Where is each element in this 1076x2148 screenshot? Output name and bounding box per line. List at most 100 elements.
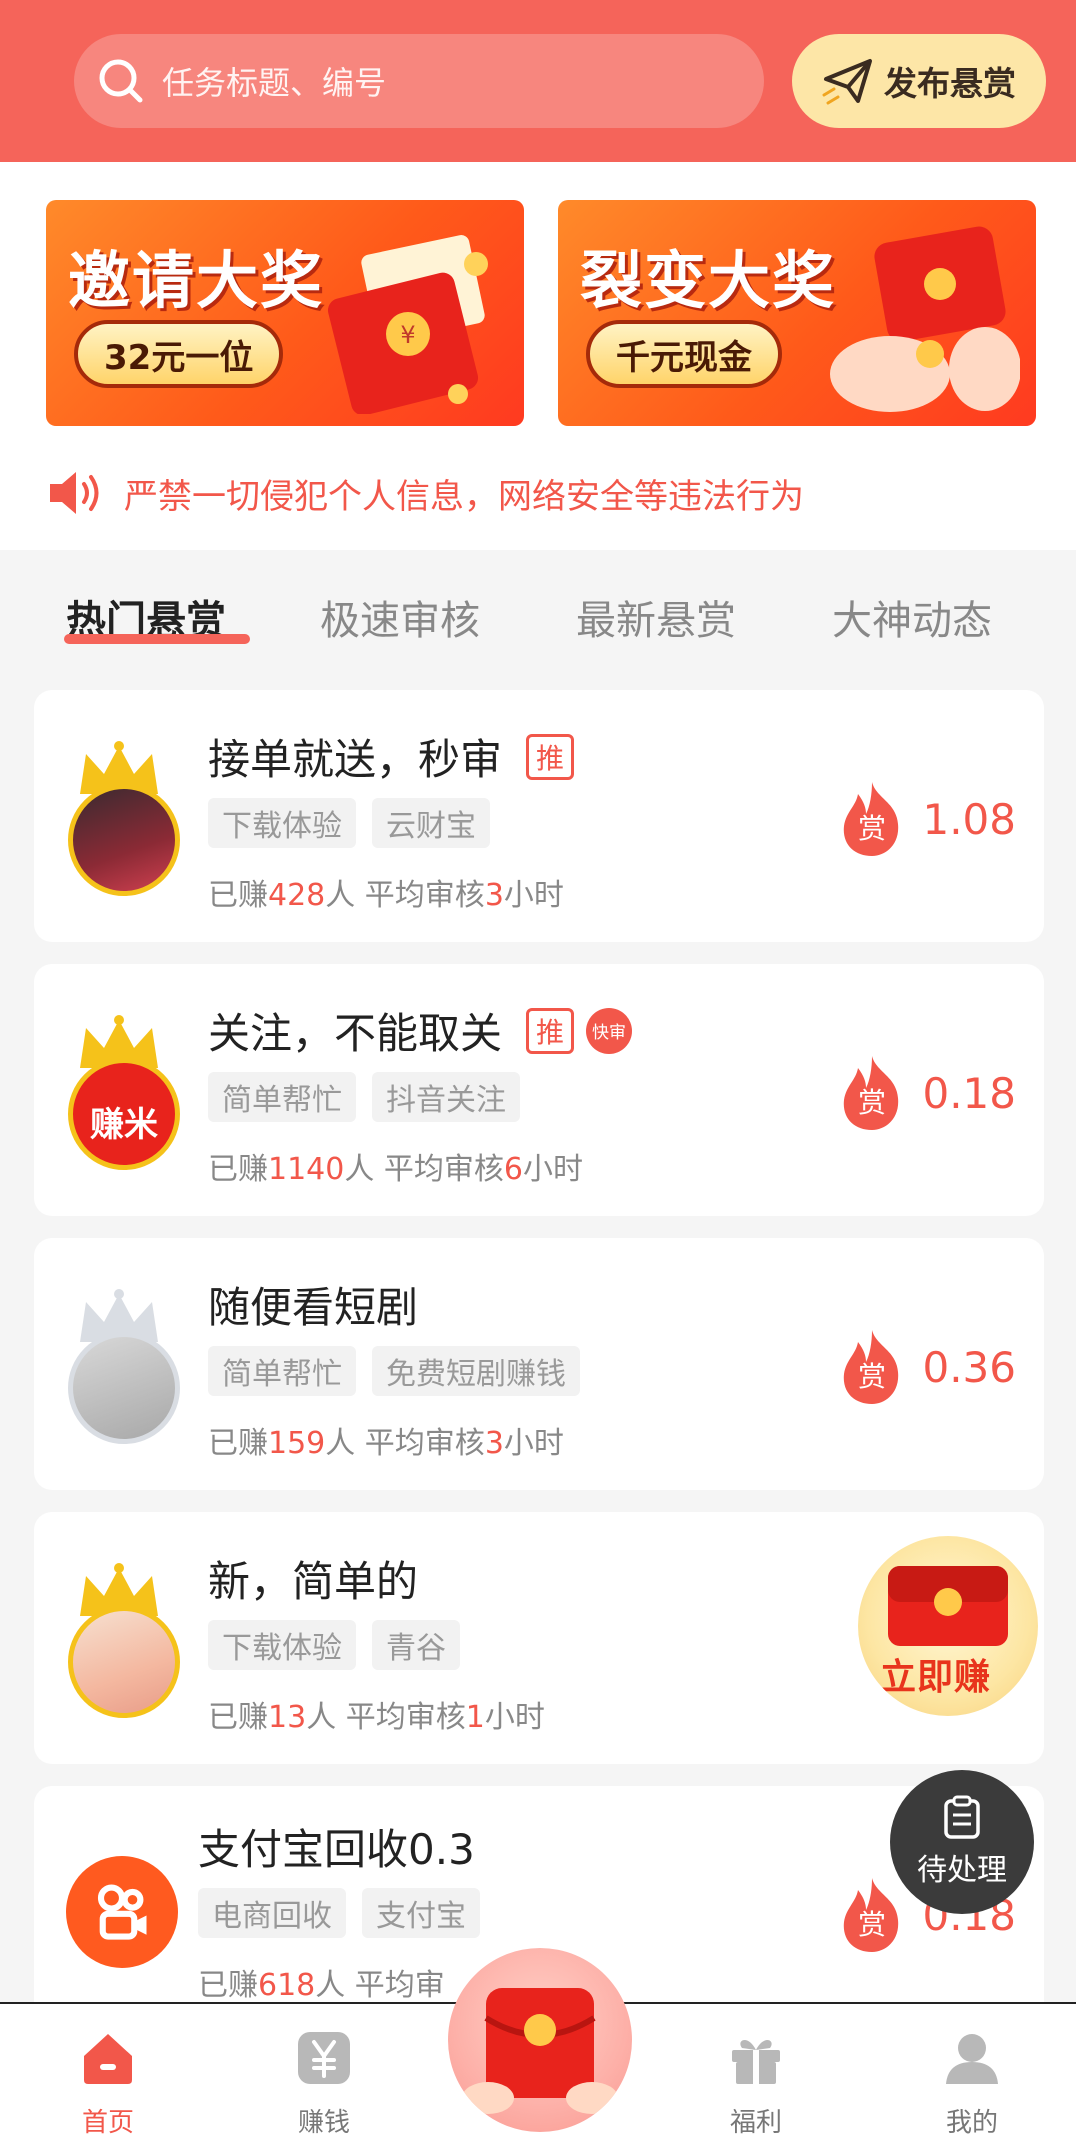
task-title-row: 接单就送，秒审 推 [208,726,575,787]
clipboard-icon [944,1795,980,1839]
reward-amount: 赏 1.08 [836,780,1016,858]
red-envelope-hands-icon [830,226,1020,412]
nav-earn[interactable]: 赚钱 [264,2028,384,2139]
task-stats: 已赚618人 平均审 [198,1968,445,2003]
task-title: 支付宝回收0.3 [198,1825,475,1874]
task-tag: 下载体验 [208,798,356,848]
task-title-row: 支付宝回收0.3 [198,1816,475,1877]
task-title-row: 关注，不能取关 推 快审 [208,1000,633,1061]
svg-text:赏: 赏 [858,1908,886,1941]
nav-home[interactable]: 首页 [48,2028,168,2139]
paper-plane-icon [822,59,872,105]
nav-label: 首页 [81,2108,134,2138]
task-tabs: 热门悬赏 极速审核 最新悬赏 大神动态 [0,570,1076,670]
tab-fast-review[interactable]: 极速审核 [320,588,480,646]
banner-title: 邀请大奖 [68,244,325,317]
red-envelope-icon: ¥ [327,235,488,414]
fast-review-badge: 快审 [586,1007,633,1054]
banner-title: 裂变大奖 [580,244,837,317]
tab-active-indicator [64,634,250,644]
task-title: 关注，不能取关 [208,1009,503,1058]
pending-float-button[interactable]: 待处理 [890,1770,1034,1914]
earn-now-float-button[interactable]: 立即赚 [858,1536,1038,1716]
tab-latest[interactable]: 最新悬赏 [576,588,736,646]
task-tag: 电商回收 [198,1888,346,1938]
reward-flame-icon: 赏 [844,782,899,856]
svg-text:赏: 赏 [858,1360,886,1393]
banner-invite[interactable]: 邀请大奖 32元一位 ¥ [46,200,524,426]
task-title: 随便看短剧 [208,1283,419,1332]
task-tags: 简单帮忙 免费短剧赚钱 [208,1346,580,1396]
nav-welfare[interactable]: 福利 [696,2028,816,2139]
task-tag: 下载体验 [208,1620,356,1670]
task-tags: 电商回收 支付宝 [198,1888,480,1938]
task-tag: 支付宝 [362,1888,480,1938]
user-avatar-image [68,1606,180,1718]
svg-text:赏: 赏 [858,812,886,845]
reward-flame-icon: 赏 [844,1878,899,1952]
task-tags: 下载体验 云财宝 [208,798,490,848]
notice-text: 严禁一切侵犯个人信息，网络安全等违法行为 [124,476,804,517]
red-packet-icon [462,1988,618,2114]
search-input[interactable]: 任务标题、编号 [74,34,764,128]
task-title-row: 随便看短剧 [208,1274,418,1335]
task-tag: 免费短剧赚钱 [372,1346,580,1396]
banner-pill: 千元现金 [586,320,782,388]
banner-fission[interactable]: 裂变大奖 千元现金 [558,200,1036,426]
task-card[interactable]: 赚米 关注，不能取关 推 快审 简单帮忙 抖音关注 已赚1140人 平均审核6小… [34,964,1044,1216]
task-tag: 青谷 [372,1620,460,1670]
avatar: 赚米 [64,1014,184,1184]
reward-flame-icon: 赏 [844,1330,899,1404]
recommend-badge: 推 [526,733,575,780]
reward-amount: 赏 0.36 [836,1328,1016,1406]
nav-red-packet-button[interactable] [448,1948,632,2132]
search-icon [94,54,148,108]
home-icon [84,2034,132,2084]
recommend-badge: 推 [526,1007,575,1054]
avatar [64,740,184,910]
nav-mine[interactable]: 我的 [912,2028,1032,2139]
task-title-row: 新，简单的 [208,1548,418,1609]
search-placeholder: 任务标题、编号 [162,64,387,102]
publish-reward-label: 发布悬赏 [884,64,1016,103]
yen-icon [298,2032,350,2084]
speaker-icon [50,472,99,514]
task-tag: 抖音关注 [372,1072,520,1122]
pending-label: 待处理 [917,1853,1007,1888]
nav-label: 我的 [945,2108,998,2138]
svg-text:¥: ¥ [400,321,415,349]
reward-value: 1.08 [922,794,1016,844]
task-stats: 已赚159人 平均审核3小时 [208,1426,564,1461]
gift-icon [732,2039,780,2084]
task-stats: 已赚428人 平均审核3小时 [208,878,564,913]
reward-value: 0.36 [922,1342,1016,1392]
reward-amount: 赏 0.18 [836,1054,1016,1132]
avatar [64,1288,184,1458]
task-tags: 下载体验 青谷 [208,1620,460,1670]
reward-flame-icon: 赏 [844,1056,899,1130]
avatar [64,1562,184,1732]
tab-experts[interactable]: 大神动态 [832,588,992,646]
reward-value: 0.18 [922,1068,1016,1118]
nav-label: 赚钱 [297,2108,350,2138]
task-tag: 云财宝 [372,798,490,848]
task-tags: 简单帮忙 抖音关注 [208,1072,520,1122]
user-avatar-image [68,1332,180,1444]
user-icon [946,2034,998,2084]
svg-text:赏: 赏 [858,1086,886,1119]
avatar [62,1846,182,2016]
earn-now-label: 立即赚 [880,1657,992,1698]
publish-reward-button[interactable]: 发布悬赏 [792,34,1046,128]
task-stats: 已赚13人 平均审核1小时 [208,1700,545,1735]
banner-pill: 32元一位 [74,320,284,388]
app-logo-zhuanmi: 赚米 [68,1058,180,1170]
task-card[interactable]: 接单就送，秒审 推 下载体验 云财宝 已赚428人 平均审核3小时 赏 1.08 [34,690,1044,942]
notice-bar: 严禁一切侵犯个人信息，网络安全等违法行为 [46,464,804,522]
user-avatar-image [68,784,180,896]
task-card[interactable]: 随便看短剧 简单帮忙 免费短剧赚钱 已赚159人 平均审核3小时 赏 0.36 [34,1238,1044,1490]
task-tag: 简单帮忙 [208,1072,356,1122]
header-bar: 任务标题、编号 发布悬赏 [0,0,1076,162]
nav-label: 福利 [729,2108,782,2138]
kuaishou-logo-icon [66,1856,178,1968]
task-stats: 已赚1140人 平均审核6小时 [208,1152,583,1187]
